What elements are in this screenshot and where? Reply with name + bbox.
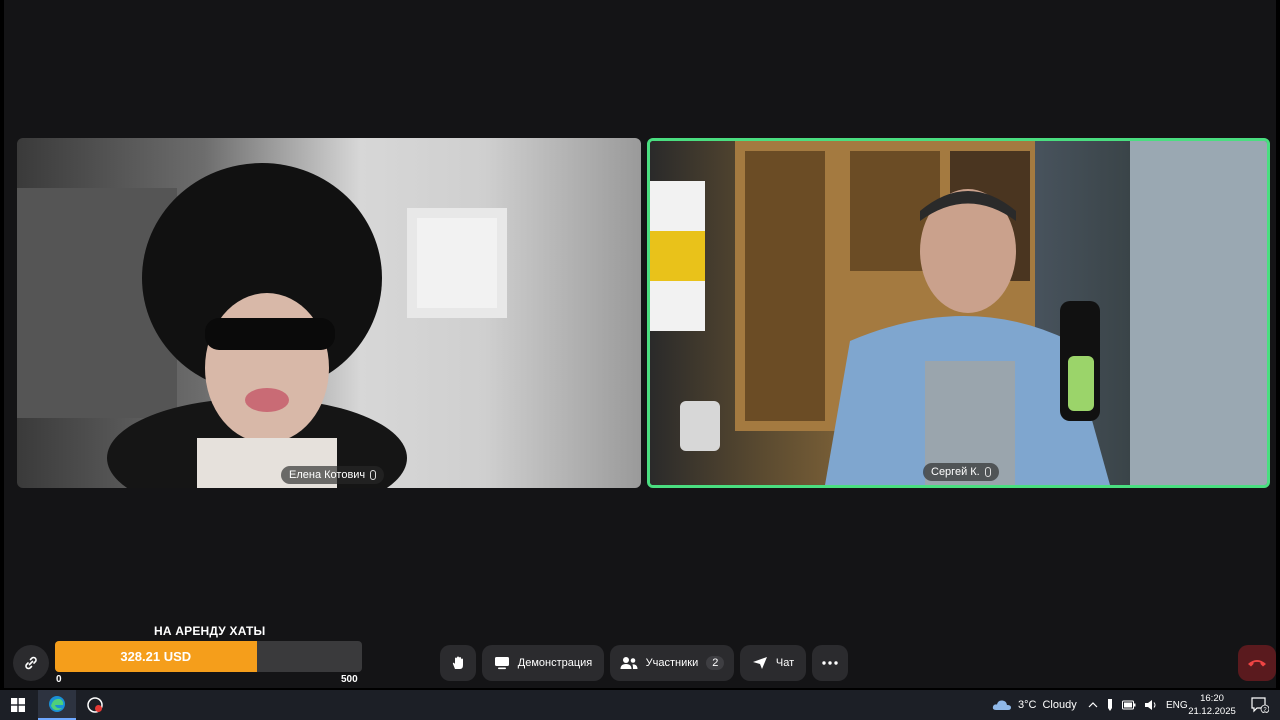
copy-link-button[interactable] <box>13 645 49 681</box>
pen-icon[interactable] <box>1106 699 1114 711</box>
chevron-up-icon[interactable] <box>1088 702 1098 708</box>
participant-video <box>650 141 1267 485</box>
hang-up-button[interactable] <box>1238 645 1276 681</box>
participants-count-badge: 2 <box>706 656 725 670</box>
fundraiser-max: 500 <box>341 674 358 685</box>
raise-hand-button[interactable] <box>440 645 476 681</box>
phone-hangup-icon <box>1247 658 1267 668</box>
microphone-icon <box>370 470 377 480</box>
participant-name: Елена Котович <box>289 469 366 481</box>
recorder-app-icon <box>86 696 104 714</box>
edge-browser-icon <box>48 695 66 713</box>
system-tray: ENG <box>1088 690 1188 720</box>
participants-label: Участники <box>645 657 699 669</box>
weather-description: Cloudy <box>1042 699 1077 711</box>
participant-video-frame <box>17 163 507 488</box>
call-area: Елена Котович Сергей К. НА АРЕНДУ ХАТЫ 3… <box>4 0 1276 688</box>
taskbar-app-recorder[interactable] <box>76 690 114 720</box>
more-options-button[interactable] <box>812 645 848 681</box>
microphone-icon <box>984 467 991 477</box>
input-language[interactable]: ENG <box>1166 700 1188 711</box>
clock-time: 16:20 <box>1200 693 1224 704</box>
clock-date: 21.12.2025 <box>1188 706 1236 717</box>
participant-name-tag: Елена Котович <box>281 466 385 484</box>
participant-name-tag: Сергей К. <box>923 463 999 481</box>
screen-share-icon <box>494 656 510 670</box>
fundraiser-title: НА АРЕНДУ ХАТЫ <box>154 624 266 638</box>
screen-share-label: Демонстрация <box>517 657 593 669</box>
participants-button[interactable]: Участники 2 <box>610 645 734 681</box>
fundraiser-progress-bar: 328.21 USD <box>55 641 362 672</box>
speaker-icon[interactable] <box>1144 699 1158 711</box>
battery-icon[interactable] <box>1122 700 1136 710</box>
fundraiser-min: 0 <box>56 674 62 685</box>
weather-temperature: 3°C <box>1018 699 1037 711</box>
participant-name: Сергей К. <box>931 466 980 478</box>
fundraiser-amount: 328.21 USD <box>120 649 192 664</box>
weather-widget[interactable]: 3°C Cloudy <box>992 690 1077 720</box>
participant-video <box>17 138 641 488</box>
video-tile-participant-2[interactable]: Сергей К. <box>647 138 1270 488</box>
link-icon <box>23 655 39 671</box>
screen-share-button[interactable]: Демонстрация <box>482 645 604 681</box>
start-button[interactable] <box>0 690 36 720</box>
hand-icon <box>450 655 466 671</box>
windows-taskbar: 3°C Cloudy ENG 16:20 21.12.2025 2 <box>0 690 1280 720</box>
send-icon <box>752 656 768 670</box>
taskbar-app-edge[interactable] <box>38 690 76 720</box>
cloud-icon <box>992 699 1012 711</box>
taskbar-clock[interactable]: 16:20 21.12.2025 <box>1188 692 1236 718</box>
windows-logo-icon <box>11 698 25 712</box>
chat-button[interactable]: Чат <box>740 645 806 681</box>
more-icon <box>822 661 838 665</box>
participants-icon <box>620 656 638 670</box>
video-tile-participant-1[interactable]: Елена Котович <box>17 138 641 488</box>
participant-video-frame <box>650 141 1267 485</box>
notifications-button[interactable]: 2 <box>1244 690 1276 720</box>
notification-icon: 2 <box>1251 697 1269 713</box>
chat-label: Чат <box>775 657 795 669</box>
